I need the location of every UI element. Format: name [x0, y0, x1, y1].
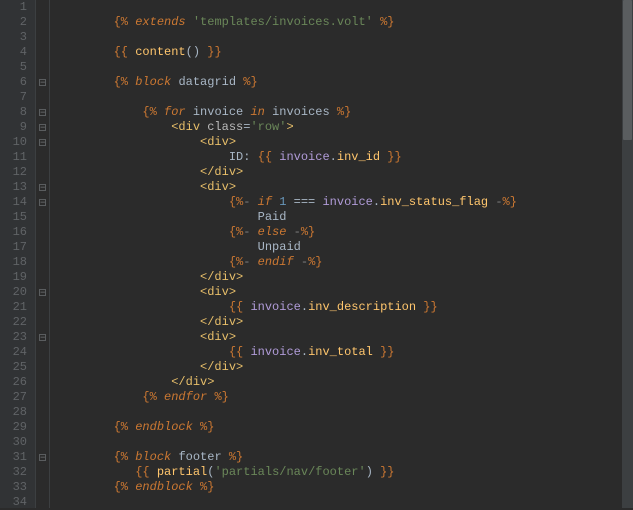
code-line[interactable]: {{ invoice.inv_total }} [56, 345, 622, 360]
line-number: 23 [0, 330, 27, 345]
line-number: 4 [0, 45, 27, 60]
line-number: 14 [0, 195, 27, 210]
code-line[interactable]: </div> [56, 165, 622, 180]
fold-toggle-icon[interactable] [39, 109, 46, 116]
line-number: 27 [0, 390, 27, 405]
code-line[interactable]: Paid [56, 210, 622, 225]
line-number: 2 [0, 15, 27, 30]
fold-column [36, 0, 50, 508]
code-editor-content[interactable]: {% extends 'templates/invoices.volt' %} … [50, 0, 622, 508]
vertical-scrollbar[interactable] [622, 0, 633, 508]
line-number: 26 [0, 375, 27, 390]
code-line[interactable] [56, 0, 622, 15]
line-number: 8 [0, 105, 27, 120]
fold-toggle-icon[interactable] [39, 334, 46, 341]
line-number: 18 [0, 255, 27, 270]
code-line[interactable]: {%- endif -%} [56, 255, 622, 270]
line-number: 11 [0, 150, 27, 165]
line-number: 28 [0, 405, 27, 420]
line-number: 7 [0, 90, 27, 105]
line-number: 13 [0, 180, 27, 195]
code-line[interactable]: {% extends 'templates/invoices.volt' %} [56, 15, 622, 30]
line-number: 10 [0, 135, 27, 150]
line-number-gutter: 1234567891011121314151617181920212223242… [0, 0, 36, 508]
fold-toggle-icon[interactable] [39, 79, 46, 86]
line-number: 30 [0, 435, 27, 450]
fold-toggle-icon[interactable] [39, 289, 46, 296]
code-line[interactable]: </div> [56, 360, 622, 375]
fold-toggle-icon[interactable] [39, 454, 46, 461]
code-line[interactable]: <div> [56, 330, 622, 345]
fold-toggle-icon[interactable] [39, 124, 46, 131]
line-number: 5 [0, 60, 27, 75]
code-line[interactable]: {% endblock %} [56, 480, 622, 495]
line-number: 25 [0, 360, 27, 375]
line-number: 15 [0, 210, 27, 225]
code-line[interactable]: {{ invoice.inv_description }} [56, 300, 622, 315]
fold-toggle-icon[interactable] [39, 139, 46, 146]
code-line[interactable]: {% endblock %} [56, 420, 622, 435]
code-line[interactable]: {%- if 1 === invoice.inv_status_flag -%} [56, 195, 622, 210]
line-number: 31 [0, 450, 27, 465]
line-number: 17 [0, 240, 27, 255]
line-number: 6 [0, 75, 27, 90]
code-line[interactable]: </div> [56, 375, 622, 390]
code-line[interactable]: {% endfor %} [56, 390, 622, 405]
code-line[interactable] [56, 30, 622, 45]
code-line[interactable]: {%- else -%} [56, 225, 622, 240]
line-number: 12 [0, 165, 27, 180]
line-number: 1 [0, 0, 27, 15]
code-line[interactable]: </div> [56, 315, 622, 330]
scrollbar-thumb[interactable] [623, 0, 632, 140]
code-line[interactable]: <div class='row'> [56, 120, 622, 135]
code-line[interactable]: {{ content() }} [56, 45, 622, 60]
code-line[interactable] [56, 90, 622, 105]
code-line[interactable]: <div> [56, 285, 622, 300]
code-line[interactable] [56, 435, 622, 450]
fold-toggle-icon[interactable] [39, 199, 46, 206]
line-number: 32 [0, 465, 27, 480]
code-line[interactable]: Unpaid [56, 240, 622, 255]
line-number: 19 [0, 270, 27, 285]
line-number: 9 [0, 120, 27, 135]
line-number: 29 [0, 420, 27, 435]
line-number: 20 [0, 285, 27, 300]
fold-toggle-icon[interactable] [39, 184, 46, 191]
code-line[interactable]: <div> [56, 180, 622, 195]
code-line[interactable]: {% block datagrid %} [56, 75, 622, 90]
code-line[interactable]: {{ partial('partials/nav/footer') }} [56, 465, 622, 480]
line-number: 21 [0, 300, 27, 315]
line-number: 33 [0, 480, 27, 495]
code-line[interactable]: </div> [56, 270, 622, 285]
code-line[interactable]: ID: {{ invoice.inv_id }} [56, 150, 622, 165]
code-line[interactable] [56, 405, 622, 420]
code-line[interactable] [56, 60, 622, 75]
line-number: 16 [0, 225, 27, 240]
code-line[interactable]: <div> [56, 135, 622, 150]
line-number: 22 [0, 315, 27, 330]
code-line[interactable]: {% block footer %} [56, 450, 622, 465]
line-number: 3 [0, 30, 27, 45]
code-line[interactable]: {% for invoice in invoices %} [56, 105, 622, 120]
line-number: 24 [0, 345, 27, 360]
